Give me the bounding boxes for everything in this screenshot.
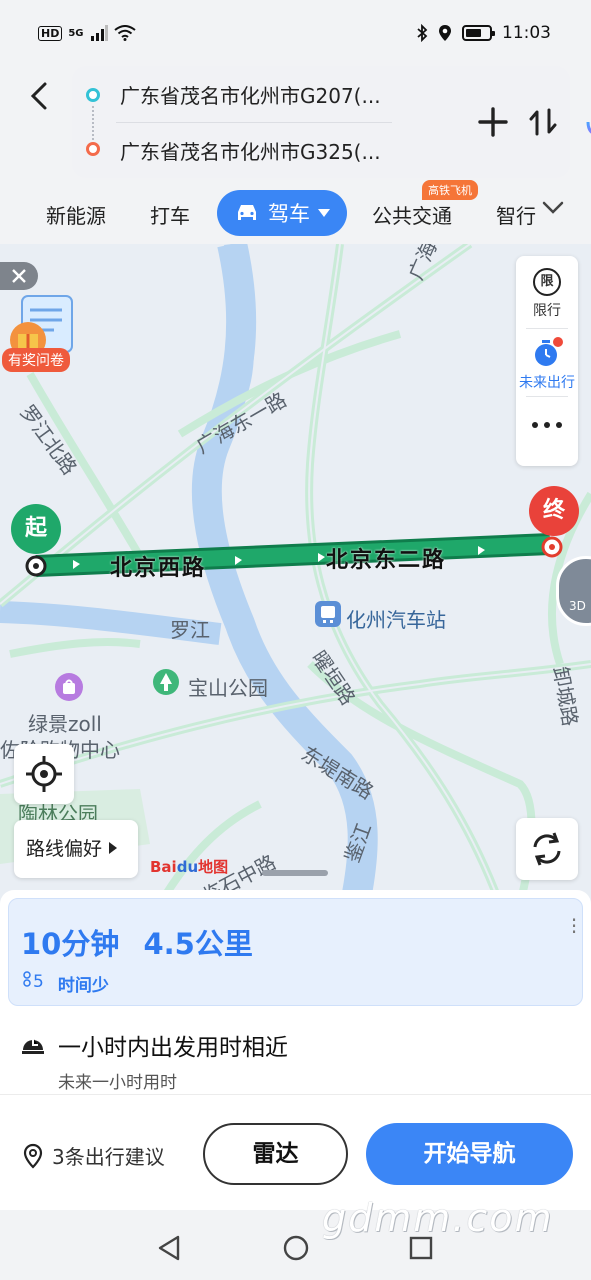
poi-park-label: 宝山公园 [188, 676, 268, 700]
more-options-button[interactable] [516, 410, 578, 446]
bus-station-icon [315, 601, 341, 627]
car-icon [238, 205, 256, 220]
timer-icon [535, 337, 563, 366]
end-pin: 终 [529, 486, 579, 544]
route-summary: 10分钟 4.5公里 [21, 921, 253, 963]
signal-icon [90, 25, 108, 41]
survey-label: 有奖问卷 [2, 348, 70, 372]
chevron-left-icon [30, 82, 47, 110]
map-pin-icon [23, 1143, 43, 1169]
clock: 11:03 [502, 23, 551, 43]
start-navigation-button[interactable]: 开始导航 [366, 1123, 573, 1185]
route-distance: 4.5公里 [143, 927, 253, 961]
tab-driving[interactable]: 驾车 [217, 190, 347, 236]
departure-advice-title: 一小时内出发用时相近 [58, 1035, 288, 1061]
poi-bus-station-label: 化州汽车站 [346, 608, 446, 632]
caret-down-icon [318, 209, 330, 217]
traffic-limit-label: 限行 [533, 303, 561, 319]
tab-smart[interactable]: 智行 [496, 200, 536, 229]
route-tag-fastest: 时间少 [57, 976, 109, 996]
location-icon [439, 25, 451, 41]
route-input-panel: 广东省茂名市化州市G207(... 广东省茂名市化州市G325(... ! [72, 66, 591, 178]
add-waypoint-button[interactable] [476, 102, 510, 149]
wifi-icon [113, 25, 136, 41]
road-label-beijing-west: 北京西路 [110, 556, 207, 581]
start-pin-label: 起 [11, 504, 61, 554]
start-location-field[interactable]: 广东省茂名市化州市G207(... [120, 80, 381, 109]
voice-assistant-button[interactable]: ! [578, 100, 591, 146]
baidu-map-logo: Baidu地图 [150, 858, 229, 876]
microphone-icon: ! [586, 121, 591, 134]
end-dot-icon [86, 142, 100, 156]
map-label: 罗江 [170, 618, 210, 642]
chevron-down-icon [542, 201, 564, 214]
route-option-card[interactable]: 10分钟 4.5公里 5 时间少 · · · [8, 898, 583, 1006]
map-view[interactable]: 罗江北路 广海东一路 广海东二路 北京西路 北京东二路 罗江 化州汽车站 宝山公… [0, 244, 591, 904]
limit-icon: 限 [533, 268, 561, 296]
tab-public-transit[interactable]: 公共交通 [372, 200, 452, 229]
traffic-lights-count: 5 [21, 971, 44, 996]
traffic-limit-button[interactable]: 限 限行 [516, 268, 578, 320]
traffic-light-icon [23, 971, 31, 987]
future-travel-button[interactable]: 未来出行 [516, 336, 578, 392]
plus-icon [478, 107, 508, 137]
nav-back-icon[interactable] [156, 1234, 182, 1262]
watermark: gdmm.com [322, 1196, 554, 1240]
close-survey-button[interactable] [0, 262, 38, 290]
route-preference-button[interactable]: 路线偏好 [14, 820, 138, 878]
action-bar: 3条出行建议 雷达 开始导航 [0, 1094, 591, 1210]
status-bar: HD 5G 11:03 [0, 0, 591, 66]
start-dot-icon [86, 88, 100, 102]
start-pin: 起 [11, 504, 61, 562]
tab-taxi[interactable]: 打车 [150, 200, 190, 229]
route-tags: 5 时间少 [21, 971, 109, 996]
sheet-drag-handle[interactable] [262, 870, 328, 876]
my-location-button[interactable] [14, 744, 74, 804]
close-icon [12, 269, 26, 283]
divider [526, 396, 568, 397]
end-pin-label: 终 [529, 486, 579, 536]
refresh-route-button[interactable] [516, 818, 578, 880]
route-preference-label: 路线偏好 [26, 838, 103, 860]
tab-new-energy[interactable]: 新能源 [46, 200, 106, 229]
route-sheet: 10分钟 4.5公里 5 时间少 · · · 一小时内出发用时相近 未来一小时用时 [0, 890, 591, 1100]
road-label-beijing-east: 北京东二路 [326, 548, 447, 573]
travel-mode-tabs: 新能源 打车 驾车 公共交通 高铁飞机 智行 [0, 180, 591, 242]
map-side-panel: 限 限行 未来出行 [516, 256, 578, 466]
network-type: 5G [68, 27, 84, 39]
back-button[interactable] [22, 78, 58, 114]
tab-driving-label: 驾车 [268, 202, 310, 226]
nav-home-icon[interactable] [282, 1234, 310, 1262]
divider [116, 122, 392, 123]
expand-tabs-button[interactable] [540, 194, 566, 226]
clock-icon [22, 1038, 44, 1054]
route-connector [92, 106, 94, 140]
bluetooth-icon [417, 24, 428, 42]
rail-flight-badge: 高铁飞机 [422, 180, 478, 200]
travel-suggestions-label: 3条出行建议 [52, 1145, 165, 1169]
departure-advice-subtitle: 未来一小时用时 [58, 1073, 177, 1093]
travel-suggestions-button[interactable]: 3条出行建议 [22, 1141, 165, 1170]
route-duration: 10分钟 [21, 927, 120, 961]
swap-route-button[interactable] [526, 102, 560, 153]
nav-recents-icon[interactable] [408, 1235, 434, 1261]
shopping-icon [55, 673, 83, 701]
more-dots-icon [532, 422, 562, 428]
system-nav-bar: gdmm.com [0, 1196, 591, 1280]
caret-right-icon [109, 842, 118, 854]
future-travel-label: 未来出行 [519, 375, 575, 391]
hd-indicator: HD [38, 25, 63, 41]
locate-icon [26, 756, 62, 792]
route-card-more-button[interactable]: · · · [569, 910, 579, 942]
screen: { "status_bar": { "hd": "HD", "signal": … [0, 0, 591, 1280]
poi-mall-label: 绿景zoll [28, 712, 102, 736]
battery-icon [462, 25, 495, 41]
end-location-field[interactable]: 广东省茂名市化州市G325(... [120, 136, 381, 165]
divider [526, 328, 568, 329]
swap-icon [529, 108, 557, 136]
refresh-icon [533, 832, 561, 866]
park-icon [153, 669, 179, 695]
radar-button[interactable]: 雷达 [203, 1123, 348, 1185]
